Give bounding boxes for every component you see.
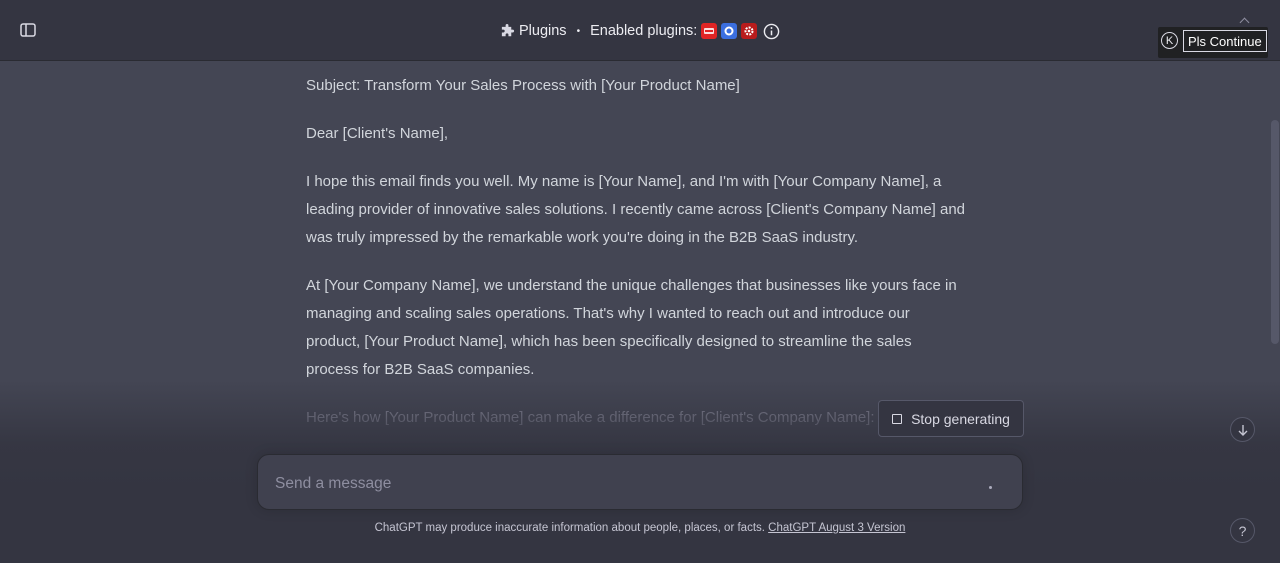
info-icon[interactable]	[763, 23, 780, 40]
assistant-message: Subject: Transform Your Sales Process wi…	[306, 72, 966, 452]
message-paragraph: Here's how [Your Product Name] can make …	[306, 409, 875, 426]
stop-generating-button[interactable]: Stop generating	[878, 400, 1024, 437]
disclaimer-text: ChatGPT may produce inaccurate informati…	[374, 522, 769, 534]
message-input[interactable]	[273, 471, 957, 497]
extension-k-icon[interactable]: K	[1161, 32, 1178, 49]
extension-widget: K Pls Continue	[1158, 27, 1268, 58]
model-label: Plugins	[519, 23, 567, 39]
stop-generating-label: Stop generating	[911, 410, 1010, 427]
sidebar-toggle-icon[interactable]	[18, 20, 38, 40]
arrow-down-icon	[1238, 424, 1247, 436]
puzzle-icon	[500, 23, 515, 39]
message-subject: Subject: Transform Your Sales Process wi…	[306, 77, 740, 94]
disclaimer-footer: ChatGPT may produce inaccurate informati…	[0, 522, 1280, 534]
pls-continue-button[interactable]: Pls Continue	[1183, 30, 1267, 52]
loading-indicator-icon	[989, 486, 992, 489]
stop-icon	[892, 413, 903, 424]
message-composer	[257, 454, 1023, 510]
plugin-gear-icon[interactable]	[741, 23, 758, 39]
enabled-plugins-label: Enabled plugins:	[590, 23, 698, 39]
plugin-red-icon[interactable]	[701, 23, 718, 39]
scrollbar-thumb[interactable]	[1271, 120, 1279, 344]
version-link[interactable]: ChatGPT August 3 Version	[768, 522, 905, 534]
extension-caret-icon[interactable]	[1239, 17, 1250, 28]
help-button[interactable]: ?	[1230, 518, 1255, 543]
plugin-blue-icon[interactable]	[721, 23, 738, 39]
top-bar: Plugins • Enabled plugins:	[0, 0, 1280, 61]
message-paragraph: I hope this email finds you well. My nam…	[306, 173, 966, 246]
message-paragraph: At [Your Company Name], we understand th…	[306, 277, 957, 378]
message-greeting: Dear [Client's Name],	[306, 125, 449, 142]
model-info: Plugins • Enabled plugins:	[500, 19, 780, 43]
separator-dot: •	[576, 25, 581, 37]
scroll-to-bottom-button[interactable]	[1230, 417, 1255, 442]
